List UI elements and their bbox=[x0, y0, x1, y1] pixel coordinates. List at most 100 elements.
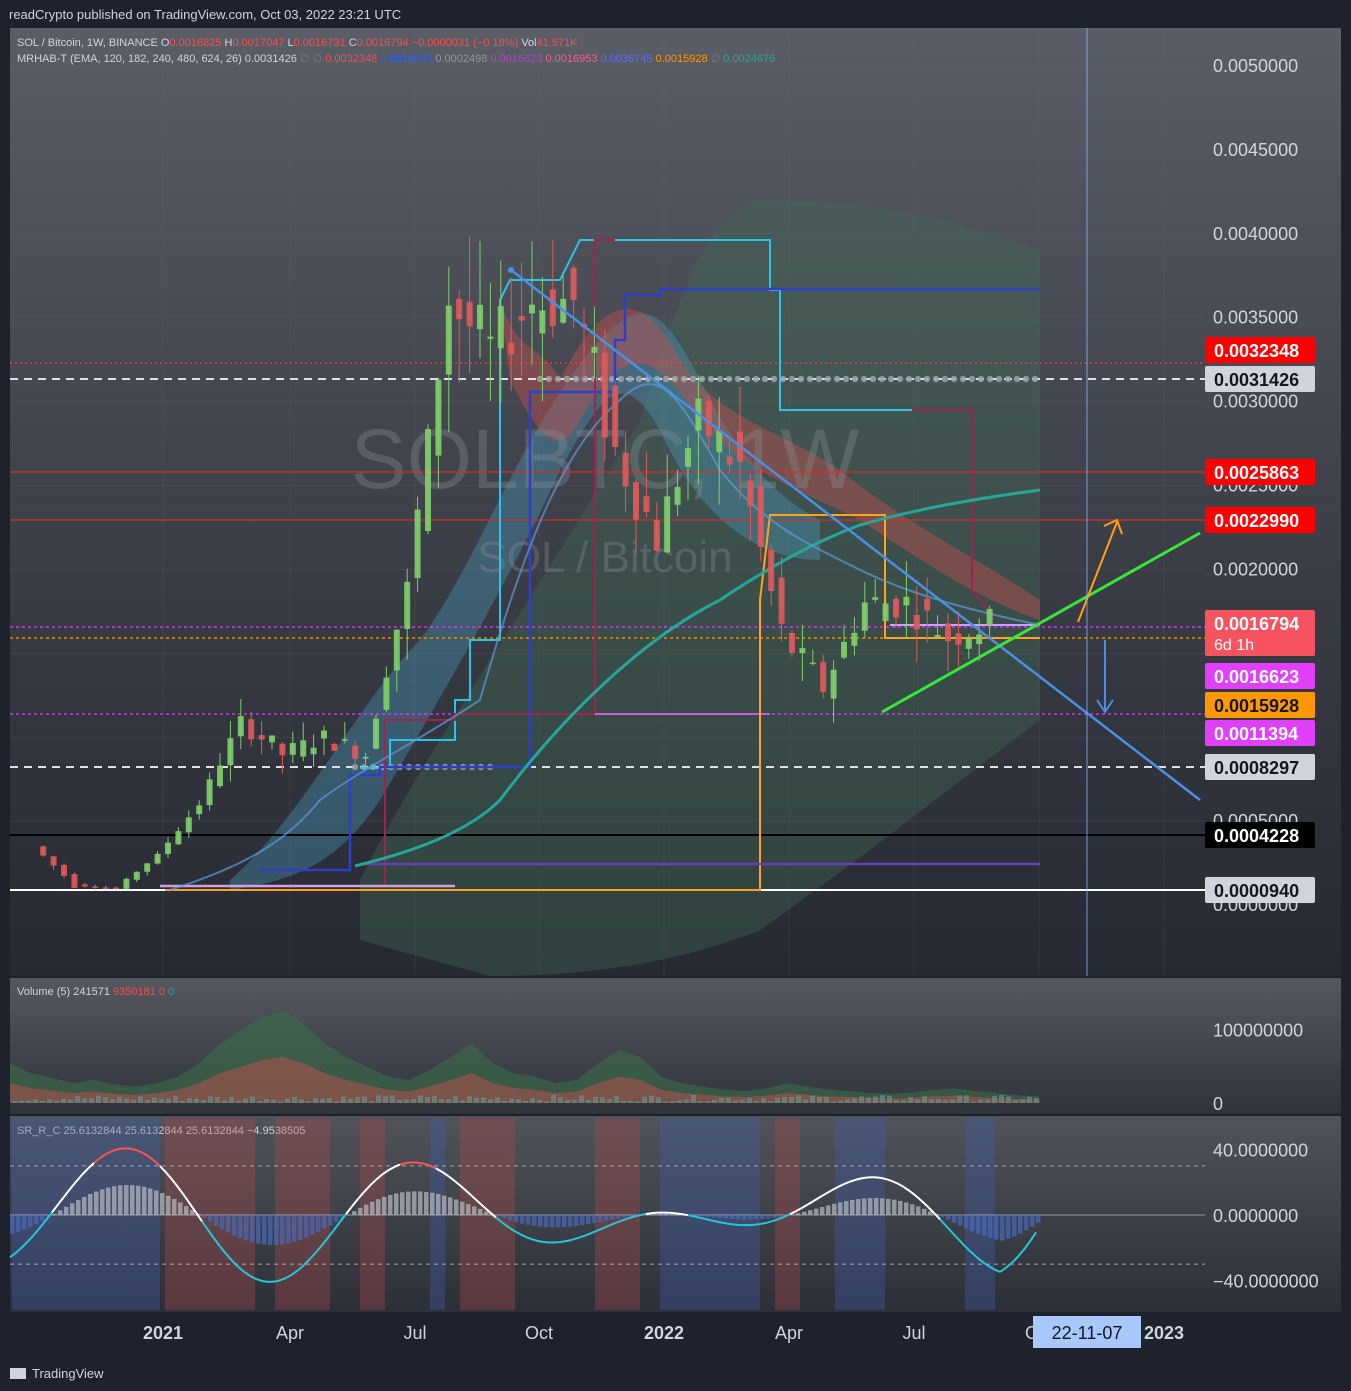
osc-histogram-bar bbox=[208, 1215, 213, 1222]
volume-bar bbox=[348, 1098, 353, 1103]
osc-histogram-bar bbox=[148, 1188, 153, 1215]
volume-bar bbox=[369, 1100, 374, 1103]
candle-body bbox=[445, 305, 452, 375]
candle[interactable] bbox=[373, 714, 379, 749]
osc-histogram-bar bbox=[544, 1215, 549, 1228]
volume-bar bbox=[243, 1098, 248, 1103]
osc-histogram-bar bbox=[310, 1215, 315, 1235]
volume-bar bbox=[523, 1100, 528, 1103]
volume-bar bbox=[117, 1096, 122, 1103]
time-cursor-label: 22-11-07 bbox=[1052, 1323, 1123, 1343]
ghost-dot bbox=[563, 375, 571, 383]
volume-bar bbox=[306, 1101, 311, 1103]
volume-value: 241571 bbox=[73, 986, 113, 998]
osc-line-segment bbox=[759, 1221, 767, 1226]
price-label: 0.0016794 bbox=[1214, 614, 1299, 634]
candle-body bbox=[92, 886, 99, 888]
volume-tick: 100000000 bbox=[1213, 1021, 1303, 1041]
candle-body bbox=[154, 853, 161, 864]
candle[interactable] bbox=[414, 496, 421, 592]
osc-histogram-bar bbox=[622, 1215, 627, 1218]
volume-bar bbox=[852, 1098, 857, 1103]
candle-body bbox=[601, 352, 608, 438]
osc-histogram-bar bbox=[136, 1185, 141, 1215]
osc-histogram-bar bbox=[412, 1191, 417, 1215]
osc-histogram-bar bbox=[298, 1215, 303, 1240]
volume-bar bbox=[103, 1097, 108, 1103]
candle-body bbox=[81, 884, 88, 887]
volume-bar bbox=[999, 1095, 1004, 1103]
trendline-anchor[interactable] bbox=[508, 267, 514, 273]
volume-bar bbox=[271, 1099, 276, 1103]
candle[interactable] bbox=[425, 424, 431, 535]
volume-bar bbox=[278, 1101, 283, 1103]
candle-body bbox=[924, 598, 931, 611]
candle-body bbox=[404, 581, 411, 630]
osc-histogram-bar bbox=[388, 1194, 393, 1215]
osc-histogram-bar bbox=[304, 1215, 309, 1238]
ghost-dot bbox=[950, 375, 958, 383]
time-tick: Apr bbox=[276, 1323, 304, 1343]
volume-bar bbox=[68, 1099, 73, 1103]
volume-bar bbox=[75, 1096, 80, 1103]
legend-indicator-row: MRHAB-T (EMA, 120, 182, 240, 480, 624, 2… bbox=[17, 53, 775, 65]
price-tick: 0.0020000 bbox=[1213, 559, 1298, 579]
chart-canvas[interactable]: SOLBTC, 1W SOL / Bitcoin SOL / Bitcoin, … bbox=[0, 0, 1351, 1356]
candle-body bbox=[352, 745, 359, 759]
legend-ohlc-value: 0.0016794 bbox=[357, 37, 412, 49]
candle-body bbox=[466, 301, 473, 327]
osc-histogram-bar bbox=[970, 1215, 975, 1232]
ghost-dot bbox=[725, 375, 733, 383]
candle[interactable] bbox=[40, 845, 47, 857]
candle[interactable] bbox=[123, 877, 130, 890]
candle-body bbox=[965, 638, 972, 649]
volume-bar bbox=[705, 1101, 710, 1103]
osc-histogram-bar bbox=[472, 1206, 477, 1215]
tradingview-logo[interactable]: TradingView bbox=[10, 1366, 104, 1381]
candle-body bbox=[830, 669, 837, 699]
osc-histogram-bar bbox=[430, 1192, 435, 1215]
osc-histogram-bar bbox=[574, 1215, 579, 1226]
volume-bar bbox=[908, 1097, 913, 1103]
volume-tick: 0 bbox=[1213, 1094, 1223, 1114]
osc-histogram-bar bbox=[214, 1215, 219, 1226]
volume-bar bbox=[250, 1096, 255, 1103]
volume-bar bbox=[194, 1098, 199, 1103]
volume-bar bbox=[544, 1101, 549, 1103]
time-axis[interactable]: 2021 Apr Jul Oct 2022 Apr Jul O 202322-11-07 bbox=[143, 1316, 1184, 1348]
candle-body bbox=[196, 805, 203, 815]
candle-body bbox=[50, 856, 57, 866]
osc-histogram-bar bbox=[610, 1215, 615, 1220]
volume-legend: Volume (5) 241571 9350181 0 0 bbox=[17, 986, 174, 998]
candle-body bbox=[133, 871, 140, 880]
ghost-dot bbox=[797, 375, 805, 383]
osc-histogram-bar bbox=[88, 1194, 93, 1215]
osc-histogram-bar bbox=[826, 1205, 831, 1215]
osc-histogram-bar bbox=[892, 1199, 897, 1215]
legend-ohlc-key: C bbox=[349, 37, 357, 49]
ghost-dot bbox=[923, 375, 931, 383]
volume-bar bbox=[131, 1099, 136, 1103]
candle-body bbox=[300, 740, 307, 757]
candle-body bbox=[893, 598, 899, 618]
osc-histogram-bar bbox=[268, 1215, 273, 1246]
candle-body bbox=[820, 661, 827, 692]
volume-bar bbox=[334, 1101, 339, 1103]
price-label: 0.0011394 bbox=[1214, 724, 1298, 744]
volume-bar bbox=[1013, 1100, 1018, 1103]
price-label: 0.0004228 bbox=[1214, 826, 1299, 846]
candle[interactable] bbox=[71, 872, 78, 889]
candle-body bbox=[841, 641, 847, 658]
candle-body bbox=[934, 635, 941, 638]
osc-histogram-bar bbox=[478, 1208, 483, 1215]
volume-bar bbox=[649, 1095, 654, 1103]
osc-line-segment bbox=[561, 1239, 569, 1243]
candle-body bbox=[549, 289, 556, 326]
price-tick: 0.0035000 bbox=[1213, 308, 1298, 328]
osc-line-segment bbox=[879, 1176, 887, 1181]
candle-body bbox=[206, 779, 213, 806]
candle[interactable] bbox=[612, 380, 619, 456]
volume-bar bbox=[985, 1099, 990, 1103]
ghost-dot bbox=[995, 375, 1003, 383]
ghost-dot bbox=[635, 375, 643, 383]
